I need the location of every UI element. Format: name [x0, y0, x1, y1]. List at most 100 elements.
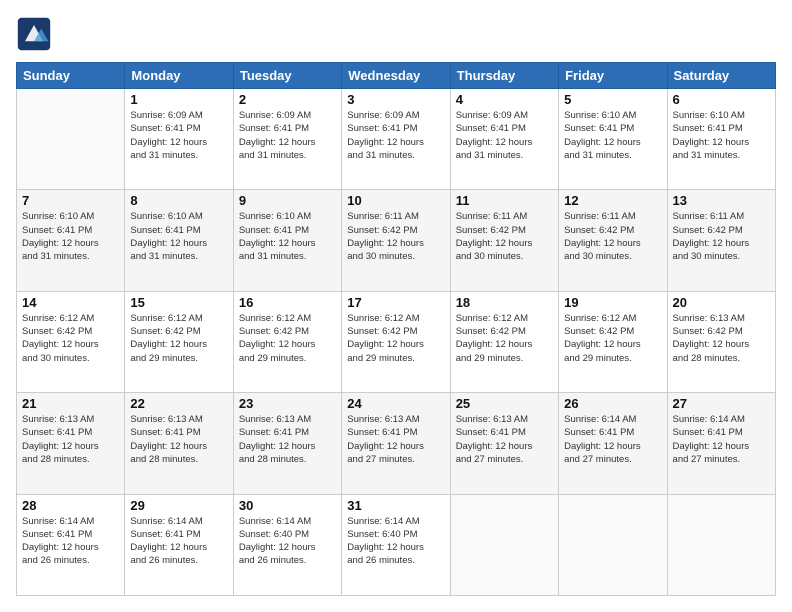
day-info: Sunrise: 6:10 AM Sunset: 6:41 PM Dayligh… [564, 109, 661, 162]
day-info: Sunrise: 6:10 AM Sunset: 6:41 PM Dayligh… [130, 210, 227, 263]
day-info: Sunrise: 6:13 AM Sunset: 6:41 PM Dayligh… [22, 413, 119, 466]
day-info: Sunrise: 6:13 AM Sunset: 6:41 PM Dayligh… [456, 413, 553, 466]
day-info: Sunrise: 6:12 AM Sunset: 6:42 PM Dayligh… [456, 312, 553, 365]
calendar-cell: 8 Sunrise: 6:10 AM Sunset: 6:41 PM Daylig… [125, 190, 233, 291]
day-number: 8 [130, 193, 227, 208]
header [16, 16, 776, 52]
col-friday: Friday [559, 63, 667, 89]
logo [16, 16, 56, 52]
calendar-cell: 6Sunrise: 6:10 AM Sunset: 6:41 PM Daylig… [667, 89, 775, 190]
day-info: Sunrise: 6:13 AM Sunset: 6:41 PM Dayligh… [130, 413, 227, 466]
day-info: Sunrise: 6:13 AM Sunset: 6:41 PM Dayligh… [347, 413, 444, 466]
day-number: 3 [347, 92, 444, 107]
day-info: Sunrise: 6:12 AM Sunset: 6:42 PM Dayligh… [564, 312, 661, 365]
day-info: Sunrise: 6:11 AM Sunset: 6:42 PM Dayligh… [456, 210, 553, 263]
day-number: 2 [239, 92, 336, 107]
day-number: 10 [347, 193, 444, 208]
col-sunday: Sunday [17, 63, 125, 89]
calendar-cell: 23 Sunrise: 6:13 AM Sunset: 6:41 PM Dayli… [233, 393, 341, 494]
calendar-cell: 28 Sunrise: 6:14 AM Sunset: 6:41 PM Dayli… [17, 494, 125, 595]
week-row-1: 1 Sunrise: 6:09 AM Sunset: 6:41 PM Daylig… [17, 89, 776, 190]
calendar-cell: 31 Sunrise: 6:14 AM Sunset: 6:40 PM Dayli… [342, 494, 450, 595]
day-info: Sunrise: 6:11 AM Sunset: 6:42 PM Dayligh… [347, 210, 444, 263]
day-info: Sunrise: 6:14 AM Sunset: 6:41 PM Dayligh… [22, 515, 119, 568]
day-number: 23 [239, 396, 336, 411]
day-number: 27 [673, 396, 770, 411]
calendar-cell: 9 Sunrise: 6:10 AM Sunset: 6:41 PM Daylig… [233, 190, 341, 291]
day-number: 13 [673, 193, 770, 208]
day-info: Sunrise: 6:09 AM Sunset: 6:41 PM Dayligh… [347, 109, 444, 162]
day-number: 18 [456, 295, 553, 310]
calendar-cell: 5 Sunrise: 6:10 AM Sunset: 6:41 PM Daylig… [559, 89, 667, 190]
calendar-cell: 12 Sunrise: 6:11 AM Sunset: 6:42 PM Dayli… [559, 190, 667, 291]
day-info: Sunrise: 6:14 AM Sunset: 6:40 PM Dayligh… [239, 515, 336, 568]
page: Sunday Monday Tuesday Wednesday Thursday… [0, 0, 792, 612]
calendar-cell: 1 Sunrise: 6:09 AM Sunset: 6:41 PM Daylig… [125, 89, 233, 190]
calendar-cell: 15 Sunrise: 6:12 AM Sunset: 6:42 PM Dayli… [125, 291, 233, 392]
calendar-cell: 14Sunrise: 6:12 AM Sunset: 6:42 PM Dayli… [17, 291, 125, 392]
day-number: 5 [564, 92, 661, 107]
day-number: 28 [22, 498, 119, 513]
day-number: 12 [564, 193, 661, 208]
day-number: 11 [456, 193, 553, 208]
day-info: Sunrise: 6:10 AM Sunset: 6:41 PM Dayligh… [22, 210, 119, 263]
day-info: Sunrise: 6:14 AM Sunset: 6:41 PM Dayligh… [564, 413, 661, 466]
col-thursday: Thursday [450, 63, 558, 89]
calendar-cell: 27 Sunrise: 6:14 AM Sunset: 6:41 PM Dayli… [667, 393, 775, 494]
calendar-cell: 29 Sunrise: 6:14 AM Sunset: 6:41 PM Dayli… [125, 494, 233, 595]
week-row-3: 14Sunrise: 6:12 AM Sunset: 6:42 PM Dayli… [17, 291, 776, 392]
day-info: Sunrise: 6:12 AM Sunset: 6:42 PM Dayligh… [22, 312, 119, 365]
calendar-table: Sunday Monday Tuesday Wednesday Thursday… [16, 62, 776, 596]
day-number: 21 [22, 396, 119, 411]
col-tuesday: Tuesday [233, 63, 341, 89]
day-number: 1 [130, 92, 227, 107]
day-number: 31 [347, 498, 444, 513]
calendar-cell: 19 Sunrise: 6:12 AM Sunset: 6:42 PM Dayli… [559, 291, 667, 392]
calendar-header-row: Sunday Monday Tuesday Wednesday Thursday… [17, 63, 776, 89]
day-info: Sunrise: 6:14 AM Sunset: 6:41 PM Dayligh… [673, 413, 770, 466]
day-info: Sunrise: 6:12 AM Sunset: 6:42 PM Dayligh… [130, 312, 227, 365]
calendar-cell: 22Sunrise: 6:13 AM Sunset: 6:41 PM Dayli… [125, 393, 233, 494]
day-number: 24 [347, 396, 444, 411]
col-saturday: Saturday [667, 63, 775, 89]
day-info: Sunrise: 6:11 AM Sunset: 6:42 PM Dayligh… [673, 210, 770, 263]
day-number: 4 [456, 92, 553, 107]
calendar-cell: 3 Sunrise: 6:09 AM Sunset: 6:41 PM Daylig… [342, 89, 450, 190]
day-info: Sunrise: 6:13 AM Sunset: 6:42 PM Dayligh… [673, 312, 770, 365]
calendar-cell: 26 Sunrise: 6:14 AM Sunset: 6:41 PM Dayli… [559, 393, 667, 494]
calendar-cell [559, 494, 667, 595]
calendar-cell: 2 Sunrise: 6:09 AM Sunset: 6:41 PM Daylig… [233, 89, 341, 190]
day-number: 29 [130, 498, 227, 513]
day-number: 16 [239, 295, 336, 310]
day-info: Sunrise: 6:14 AM Sunset: 6:41 PM Dayligh… [130, 515, 227, 568]
calendar-cell: 13 Sunrise: 6:11 AM Sunset: 6:42 PM Dayli… [667, 190, 775, 291]
day-info: Sunrise: 6:11 AM Sunset: 6:42 PM Dayligh… [564, 210, 661, 263]
calendar-cell: 7Sunrise: 6:10 AM Sunset: 6:41 PM Daylig… [17, 190, 125, 291]
day-number: 20 [673, 295, 770, 310]
day-number: 17 [347, 295, 444, 310]
day-number: 26 [564, 396, 661, 411]
week-row-4: 21 Sunrise: 6:13 AM Sunset: 6:41 PM Dayli… [17, 393, 776, 494]
day-info: Sunrise: 6:09 AM Sunset: 6:41 PM Dayligh… [130, 109, 227, 162]
day-info: Sunrise: 6:14 AM Sunset: 6:40 PM Dayligh… [347, 515, 444, 568]
calendar-cell: 16Sunrise: 6:12 AM Sunset: 6:42 PM Dayli… [233, 291, 341, 392]
week-row-2: 7Sunrise: 6:10 AM Sunset: 6:41 PM Daylig… [17, 190, 776, 291]
day-info: Sunrise: 6:09 AM Sunset: 6:41 PM Dayligh… [456, 109, 553, 162]
day-info: Sunrise: 6:13 AM Sunset: 6:41 PM Dayligh… [239, 413, 336, 466]
calendar-cell: 17 Sunrise: 6:12 AM Sunset: 6:42 PM Dayli… [342, 291, 450, 392]
calendar-cell [450, 494, 558, 595]
calendar-cell [17, 89, 125, 190]
calendar-cell: 10 Sunrise: 6:11 AM Sunset: 6:42 PM Dayli… [342, 190, 450, 291]
calendar-cell: 4 Sunrise: 6:09 AM Sunset: 6:41 PM Daylig… [450, 89, 558, 190]
day-number: 19 [564, 295, 661, 310]
calendar-cell: 24 Sunrise: 6:13 AM Sunset: 6:41 PM Dayli… [342, 393, 450, 494]
day-number: 9 [239, 193, 336, 208]
day-info: Sunrise: 6:10 AM Sunset: 6:41 PM Dayligh… [239, 210, 336, 263]
calendar-cell: 30Sunrise: 6:14 AM Sunset: 6:40 PM Dayli… [233, 494, 341, 595]
calendar-cell: 11 Sunrise: 6:11 AM Sunset: 6:42 PM Dayli… [450, 190, 558, 291]
day-number: 15 [130, 295, 227, 310]
day-info: Sunrise: 6:10 AM Sunset: 6:41 PM Dayligh… [673, 109, 770, 162]
day-info: Sunrise: 6:12 AM Sunset: 6:42 PM Dayligh… [347, 312, 444, 365]
calendar-cell [667, 494, 775, 595]
day-info: Sunrise: 6:09 AM Sunset: 6:41 PM Dayligh… [239, 109, 336, 162]
